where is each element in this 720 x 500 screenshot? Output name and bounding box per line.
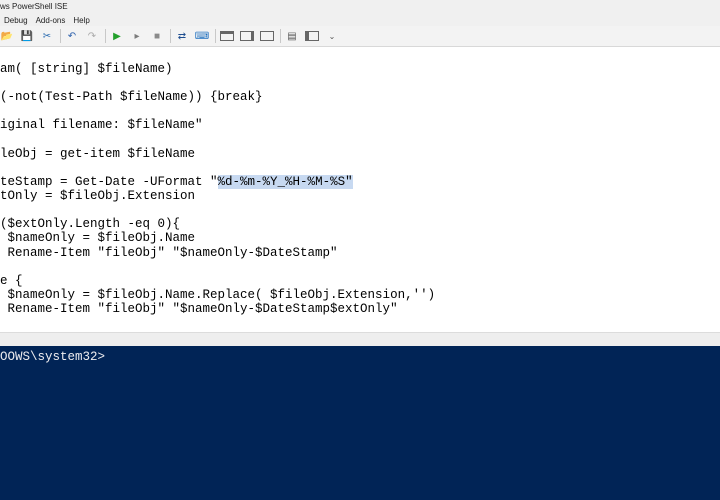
cut-icon[interactable]: ✂ — [40, 29, 54, 43]
code-line[interactable]: tOnly = $fileObj.Extension — [0, 189, 195, 203]
menu-add-ons[interactable]: Add-ons — [32, 16, 70, 25]
window-title: ws PowerShell ISE — [0, 2, 68, 11]
code-line[interactable]: (-not(Test-Path $fileName)) {break} — [0, 90, 263, 104]
code-selection: %d-%m-%Y_%H-%M-%S" — [217, 175, 353, 189]
code-line[interactable]: e { — [0, 274, 23, 288]
undo-icon[interactable]: ↶ — [65, 29, 79, 43]
save-icon[interactable]: 💾 — [20, 29, 34, 43]
layout-script-right-icon[interactable] — [240, 31, 254, 41]
console-icon[interactable]: ⌨ — [195, 29, 209, 43]
toolbar-separator — [215, 29, 216, 43]
run-icon[interactable]: ▶ — [110, 29, 124, 43]
toolbar-separator — [60, 29, 61, 43]
toolbar-separator — [280, 29, 281, 43]
console-pane[interactable]: OOWS\system32> — [0, 346, 720, 500]
code-line[interactable]: iginal filename: $fileName" — [0, 118, 203, 132]
more-icon[interactable]: ⌄ — [325, 29, 339, 43]
code-line[interactable]: Rename-Item "fileObj" "$nameOnly-$DateSt… — [0, 246, 338, 260]
run-selection-icon[interactable]: ▸ — [130, 29, 144, 43]
code-text: teStamp = Get-Date -UFormat " — [0, 175, 218, 189]
menu-help[interactable]: Help — [69, 16, 93, 25]
layout-script-top-icon[interactable] — [220, 31, 234, 41]
code-line[interactable]: $nameOnly = $fileObj.Name.Replace( $file… — [0, 288, 436, 302]
open-icon[interactable]: 📂 — [0, 29, 14, 43]
code-line[interactable]: am( [string] $fileName) — [0, 62, 173, 76]
redo-icon[interactable]: ↷ — [85, 29, 99, 43]
code-line[interactable]: leObj = get-item $fileName — [0, 147, 195, 161]
code-line[interactable]: teStamp = Get-Date -UFormat "%d-%m-%Y_%H… — [0, 175, 353, 189]
code-line[interactable]: ($extOnly.Length -eq 0){ — [0, 217, 180, 231]
code-line[interactable]: Rename-Item "fileObj" "$nameOnly-$DateSt… — [0, 302, 398, 316]
toolbar-separator — [105, 29, 106, 43]
toolbar: 📂 💾 ✂ ↶ ↷ ▶ ▸ ■ ⇄ ⌨ ▤ ⌄ — [0, 26, 720, 47]
show-commands-icon[interactable] — [305, 31, 319, 41]
remote-icon[interactable]: ⇄ — [175, 29, 189, 43]
menu-debug[interactable]: Debug — [0, 16, 32, 25]
snippet-icon[interactable]: ▤ — [285, 29, 299, 43]
code-line[interactable]: $nameOnly = $fileObj.Name — [0, 231, 196, 245]
menu-bar: Debug Add-ons Help — [0, 14, 720, 26]
toolbar-separator — [170, 29, 171, 43]
console-prompt: OOWS\system32> — [0, 350, 106, 364]
title-bar: ws PowerShell ISE — [0, 0, 720, 14]
layout-script-max-icon[interactable] — [260, 31, 274, 41]
stop-icon[interactable]: ■ — [150, 29, 164, 43]
script-editor[interactable]: am( [string] $fileName) (-not(Test-Path … — [0, 54, 720, 332]
